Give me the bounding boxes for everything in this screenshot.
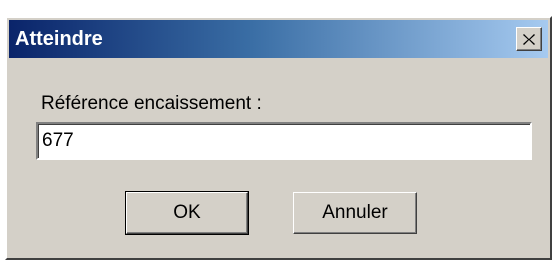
close-icon xyxy=(523,33,535,45)
dialog-title: Atteindre xyxy=(15,28,103,50)
reference-label: Référence encaissement : xyxy=(41,93,262,114)
goto-dialog: Atteindre Référence encaissement : OK An… xyxy=(5,16,552,260)
close-button[interactable] xyxy=(516,27,542,51)
cancel-button[interactable]: Annuler xyxy=(293,192,417,234)
reference-input[interactable] xyxy=(36,122,532,160)
ok-button[interactable]: OK xyxy=(125,191,249,235)
title-bar[interactable]: Atteindre xyxy=(9,20,548,58)
